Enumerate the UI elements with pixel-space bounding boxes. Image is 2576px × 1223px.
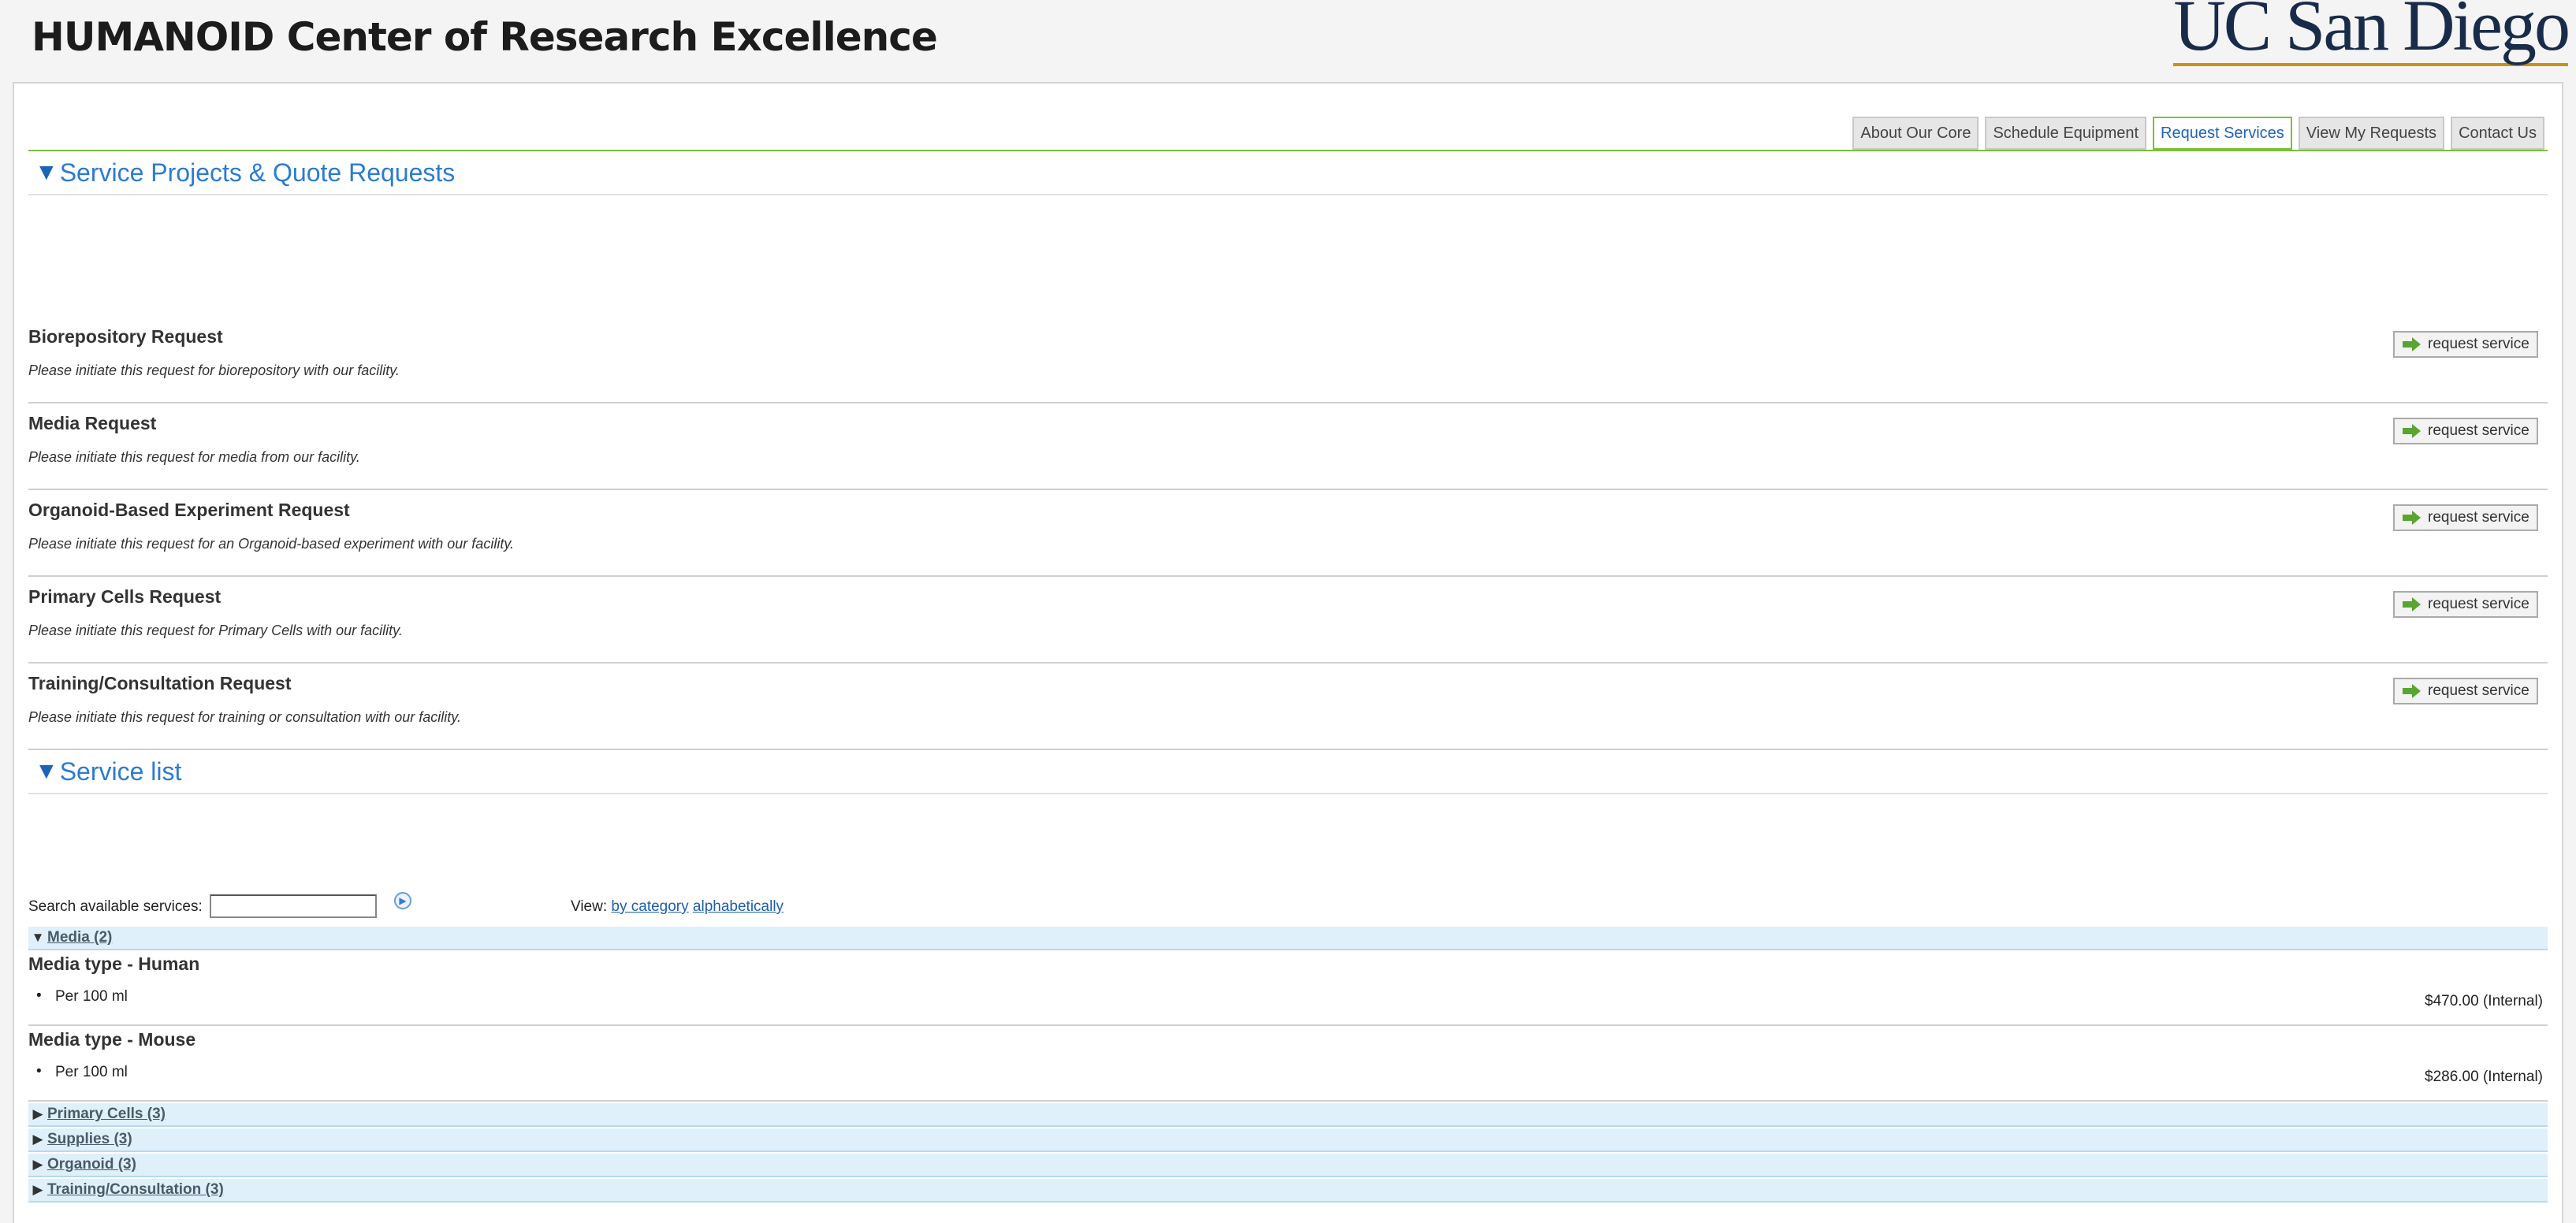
service-item: Media type - Human Per 100 ml $470.00 (I… (28, 950, 2548, 1026)
request-service-button[interactable]: request service (2393, 678, 2538, 704)
category-link[interactable]: Primary Cells (3) (47, 1106, 166, 1123)
category-organoid[interactable]: ▶ Organoid (3) (28, 1154, 2548, 1177)
service-request-row: Media Request Please initiate this reque… (28, 403, 2548, 490)
service-list-header[interactable]: ▼ Service list (28, 750, 2548, 794)
category-link[interactable]: Organoid (3) (47, 1156, 136, 1173)
service-request-row: Training/Consultation Request Please ini… (28, 664, 2548, 750)
view-by-category-link[interactable]: by category (611, 898, 688, 915)
request-service-label: request service (2428, 509, 2529, 526)
collapsed-triangle-icon[interactable]: ▶ (28, 1106, 47, 1122)
request-service-label: request service (2428, 336, 2529, 352)
service-request-row: Biorepository Request Please initiate th… (28, 317, 2548, 403)
view-alphabetically-link[interactable]: alphabetically (693, 898, 784, 915)
request-service-label: request service (2428, 422, 2529, 439)
service-request-name: Training/Consultation Request (28, 673, 292, 693)
service-item-name: Media type - Human (28, 953, 200, 974)
request-service-button[interactable]: request service (2393, 331, 2538, 358)
view-label: View: (571, 898, 608, 915)
section-title[interactable]: Service Projects & Quote Requests (60, 158, 456, 188)
tab-about-our-core[interactable]: About Our Core (1852, 117, 1979, 150)
request-service-button[interactable]: request service (2393, 418, 2538, 444)
tab-schedule-equipment[interactable]: Schedule Equipment (1985, 117, 2147, 150)
category-media[interactable]: ▼ Media (2) (28, 927, 2548, 950)
arrow-right-icon (2403, 337, 2422, 351)
arrow-right-icon (2403, 424, 2422, 438)
category-primary-cells[interactable]: ▶ Primary Cells (3) (28, 1103, 2548, 1127)
service-request-description: Please initiate this request for media f… (28, 449, 360, 465)
search-label: Search available services: (28, 898, 203, 915)
service-request-name: Biorepository Request (28, 326, 223, 347)
arrow-right-icon (2403, 511, 2422, 525)
service-item-name: Media type - Mouse (28, 1029, 196, 1050)
top-header: HUMANOID Center of Research Excellence U… (0, 0, 2576, 82)
service-request-name: Media Request (28, 413, 157, 433)
request-service-label: request service (2428, 596, 2529, 612)
request-service-label: request service (2428, 682, 2529, 699)
service-request-description: Please initiate this request for biorepo… (28, 362, 400, 378)
service-request-description: Please initiate this request for an Orga… (28, 536, 514, 552)
service-item: Media type - Mouse Per 100 ml $286.00 (I… (28, 1026, 2548, 1102)
service-request-name: Organoid-Based Experiment Request (28, 500, 350, 520)
collapse-triangle-icon[interactable]: ▼ (35, 758, 58, 785)
request-service-button[interactable]: request service (2393, 591, 2538, 618)
service-request-description: Please initiate this request for Primary… (28, 623, 403, 638)
collapsed-triangle-icon[interactable]: ▶ (28, 1182, 47, 1198)
view-options: View: by category alphabetically (571, 898, 784, 916)
service-request-row: Primary Cells Request Please initiate th… (28, 577, 2548, 664)
site-title: HUMANOID Center of Research Excellence (32, 14, 938, 60)
tab-request-services[interactable]: Request Services (2153, 117, 2292, 150)
category-training-consultation[interactable]: ▶ Training/Consultation (3) (28, 1179, 2548, 1203)
expanded-triangle-icon[interactable]: ▼ (28, 930, 47, 946)
category-supplies[interactable]: ▶ Supplies (3) (28, 1128, 2548, 1152)
collapse-triangle-icon[interactable]: ▼ (35, 159, 58, 186)
main-panel: About Our Core Schedule Equipment Reques… (13, 82, 2563, 1223)
category-link[interactable]: Training/Consultation (3) (47, 1181, 224, 1199)
service-item-price: $286.00 (Internal) (2425, 1069, 2543, 1085)
arrow-right-icon (2403, 684, 2422, 698)
tab-contact-us[interactable]: Contact Us (2451, 117, 2544, 150)
section-title[interactable]: Service list (60, 757, 182, 786)
service-item-unit: Per 100 ml (36, 987, 128, 1006)
ucsd-logo[interactable]: UC San Diego (2173, 0, 2570, 66)
tab-view-my-requests[interactable]: View My Requests (2298, 117, 2445, 150)
service-item-unit: Per 100 ml (36, 1063, 128, 1081)
service-request-name: Primary Cells Request (28, 586, 221, 607)
service-projects-header[interactable]: ▼ Service Projects & Quote Requests (28, 151, 2548, 195)
search-input[interactable] (210, 894, 377, 918)
service-request-description: Please initiate this request for trainin… (28, 709, 461, 725)
service-item-price: $470.00 (Internal) (2425, 993, 2543, 1009)
collapsed-triangle-icon[interactable]: ▶ (28, 1132, 47, 1147)
request-service-button[interactable]: request service (2393, 504, 2538, 531)
arrow-right-icon (2403, 597, 2422, 612)
service-request-row: Organoid-Based Experiment Request Please… (28, 490, 2548, 577)
category-link[interactable]: Supplies (3) (47, 1131, 132, 1148)
search-go-icon[interactable]: ▶ (394, 892, 411, 909)
collapsed-triangle-icon[interactable]: ▶ (28, 1157, 47, 1173)
service-search-bar: Search available services: ▶ View: by ca… (28, 890, 1132, 922)
nav-tabs: About Our Core Schedule Equipment Reques… (1852, 117, 2544, 150)
category-link[interactable]: Media (2) (47, 929, 112, 946)
